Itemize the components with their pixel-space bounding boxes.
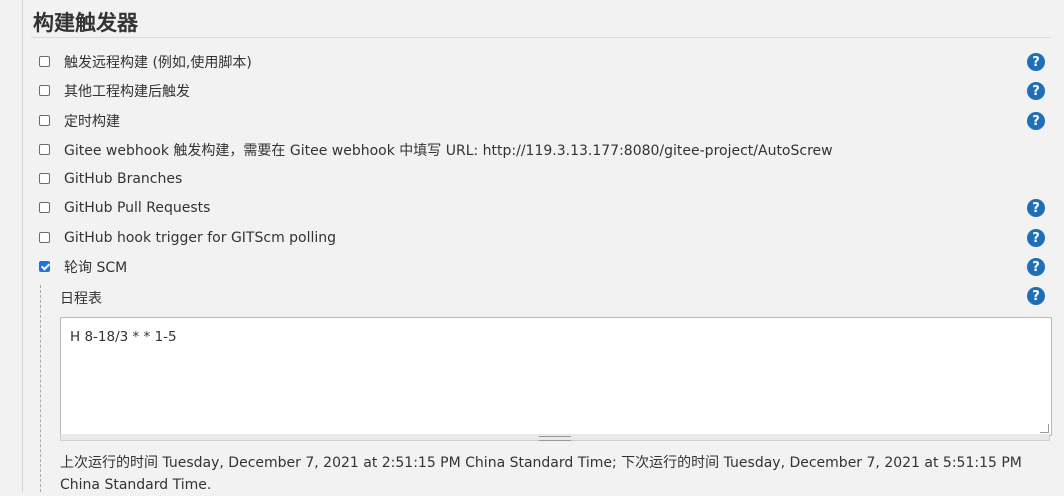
trigger-after-other-projects-label: 其他工程构建后触发 bbox=[64, 84, 190, 100]
trigger-github-branches[interactable]: GitHub Branches bbox=[39, 168, 182, 190]
trigger-github-pull-requests-label: GitHub Pull Requests bbox=[64, 200, 211, 216]
trigger-github-hook[interactable]: GitHub hook trigger for GITScm polling bbox=[39, 227, 336, 249]
help-icon[interactable]: ? bbox=[1027, 199, 1045, 217]
trigger-poll-scm-checkbox[interactable] bbox=[39, 260, 50, 272]
resize-handle-icon[interactable] bbox=[1040, 424, 1049, 433]
title-divider bbox=[31, 37, 1051, 38]
trigger-github-hook-label: GitHub hook trigger for GITScm polling bbox=[64, 230, 337, 246]
trigger-github-branches-label: GitHub Branches bbox=[64, 171, 183, 187]
section-title: 构建触发器 bbox=[33, 11, 138, 35]
trigger-after-other-projects-checkbox[interactable] bbox=[39, 84, 50, 96]
nested-section-guide bbox=[40, 285, 41, 492]
help-icon[interactable]: ? bbox=[1027, 82, 1045, 100]
trigger-github-hook-checkbox[interactable] bbox=[39, 231, 50, 243]
trigger-periodic[interactable]: 定时构建 bbox=[39, 110, 120, 132]
schedule-value: H 8-18/3 * * 1-5 bbox=[70, 329, 177, 345]
trigger-remote-checkbox[interactable] bbox=[39, 55, 50, 67]
help-icon[interactable]: ? bbox=[1027, 287, 1045, 305]
trigger-github-pull-requests[interactable]: GitHub Pull Requests bbox=[39, 197, 210, 219]
trigger-gitee-webhook-checkbox[interactable] bbox=[39, 143, 50, 155]
trigger-after-other-projects[interactable]: 其他工程构建后触发 bbox=[39, 80, 190, 102]
trigger-remote-label: 触发远程构建 (例如,使用脚本) bbox=[64, 55, 252, 71]
grip-icon bbox=[539, 436, 571, 441]
trigger-gitee-webhook[interactable]: Gitee webhook 触发构建，需要在 Gitee webhook 中填写… bbox=[39, 139, 833, 161]
trigger-github-branches-checkbox[interactable] bbox=[39, 172, 50, 184]
trigger-poll-scm[interactable]: 轮询 SCM bbox=[39, 256, 127, 278]
trigger-periodic-label: 定时构建 bbox=[64, 114, 120, 130]
schedule-label: 日程表 bbox=[60, 291, 102, 307]
schedule-textarea[interactable]: H 8-18/3 * * 1-5 bbox=[60, 317, 1052, 436]
trigger-gitee-webhook-label: Gitee webhook 触发构建，需要在 Gitee webhook 中填写… bbox=[64, 143, 833, 159]
trigger-poll-scm-label: 轮询 SCM bbox=[64, 260, 128, 276]
help-icon[interactable]: ? bbox=[1027, 258, 1045, 276]
build-triggers-panel: 构建触发器 触发远程构建 (例如,使用脚本) ? 其他工程构建后触发 ? 定时构… bbox=[22, 0, 1064, 493]
trigger-github-pull-requests-checkbox[interactable] bbox=[39, 201, 50, 213]
trigger-periodic-checkbox[interactable] bbox=[39, 114, 50, 126]
help-icon[interactable]: ? bbox=[1027, 112, 1045, 130]
help-icon[interactable]: ? bbox=[1027, 53, 1045, 71]
schedule-run-info: 上次运行的时间 Tuesday, December 7, 2021 at 2:5… bbox=[60, 455, 1022, 493]
trigger-remote[interactable]: 触发远程构建 (例如,使用脚本) bbox=[39, 51, 252, 73]
textarea-expand-handle[interactable] bbox=[60, 434, 1050, 441]
help-icon[interactable]: ? bbox=[1027, 229, 1045, 247]
